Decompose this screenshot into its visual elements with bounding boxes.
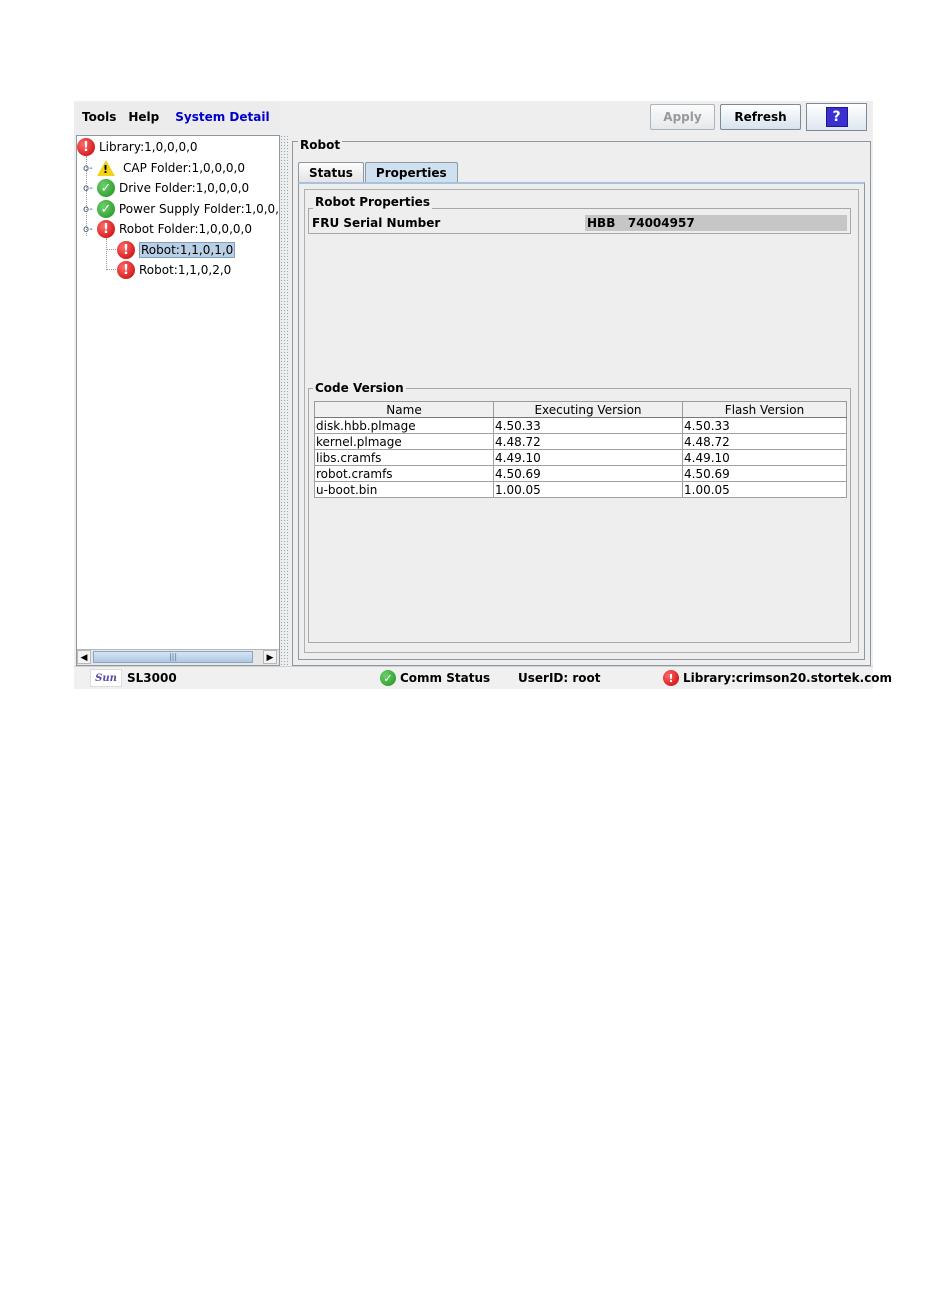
tab-properties[interactable]: Properties [364,162,458,183]
error-icon: ! [97,220,115,238]
column-header-executing-version[interactable]: Executing Version [493,401,683,418]
tab-bar: Status Properties [298,162,459,183]
tree-item-label: Robot:1,1,0,1,0 [139,242,236,258]
tree-item-label: Robot Folder:1,0,0,0,0 [119,222,252,236]
cell-name: kernel.plmage [314,433,494,450]
table-row[interactable]: u-boot.bin 1.00.05 1.00.05 [314,481,847,498]
check-icon: ✓ [380,670,396,686]
error-icon: ! [663,670,679,686]
menu-bar: Tools Help System Detail [76,103,280,131]
product-name: SL3000 [127,671,177,685]
error-icon: ! [77,138,95,156]
help-icon: ? [825,107,848,127]
cell-flash-version: 4.49.10 [682,449,847,466]
cell-executing-version: 4.49.10 [493,449,683,466]
scroll-right-icon[interactable]: ▶ [263,650,277,664]
warning-icon: ! [97,160,115,176]
tree-item-drive-folder[interactable]: o- ✓ Drive Folder:1,0,0,0,0 [83,178,249,198]
refresh-button[interactable]: Refresh [720,104,801,130]
error-icon: ! [117,261,135,279]
cell-flash-version: 4.50.69 [682,465,847,482]
column-header-flash-version[interactable]: Flash Version [682,401,847,418]
column-header-name[interactable]: Name [314,401,494,418]
tree-item-robot-1[interactable]: ! Robot:1,1,0,1,0 [117,240,236,260]
apply-button[interactable]: Apply [650,104,715,130]
split-pane-divider[interactable] [280,135,288,665]
robot-properties-title: Robot Properties [313,195,432,209]
tree-item-label: CAP Folder:1,0,0,0,0 [123,161,245,175]
cell-executing-version: 4.50.69 [493,465,683,482]
cell-name: u-boot.bin [314,481,494,498]
cell-flash-version: 1.00.05 [682,481,847,498]
panel-title: Robot [298,138,343,152]
product-info: Sun SL3000 [90,667,177,689]
tree-horizontal-scrollbar[interactable]: ◀ ||| ▶ [77,649,279,665]
tree-item-label: Drive Folder:1,0,0,0,0 [119,181,250,195]
menu-system-detail[interactable]: System Detail [169,110,279,124]
tree-item-label: Library:1,0,0,0,0 [99,140,198,154]
cell-name: robot.cramfs [314,465,494,482]
cell-flash-version: 4.50.33 [682,417,847,434]
library-name: Library:crimson20.stortek.com [683,671,893,685]
user-id: UserID: root [518,671,601,685]
cell-flash-version: 4.48.72 [682,433,847,450]
check-icon: ✓ [96,200,115,218]
tree-item-label: Robot:1,1,0,2,0 [139,263,232,277]
cell-name: libs.cramfs [314,449,494,466]
toolbar: Tools Help System Detail Apply Refresh ? [74,101,873,133]
table-row[interactable]: disk.hbb.plmage 4.50.33 4.50.33 [314,417,847,434]
scroll-left-icon[interactable]: ◀ [77,650,91,664]
tree-item-library[interactable]: ! Library:1,0,0,0,0 [77,137,198,157]
table-row[interactable]: kernel.plmage 4.48.72 4.48.72 [314,433,847,450]
device-tree: ! Library:1,0,0,0,0 o- ! CAP Folder:1,0,… [76,135,280,666]
cell-executing-version: 1.00.05 [493,481,683,498]
code-version-title: Code Version [313,381,406,395]
cell-executing-version: 4.48.72 [493,433,683,450]
table-row[interactable]: libs.cramfs 4.49.10 4.49.10 [314,449,847,466]
code-version-table: Name Executing Version Flash Version dis… [314,401,847,498]
tree-item-robot-2[interactable]: ! Robot:1,1,0,2,0 [117,260,231,280]
tab-status[interactable]: Status [298,162,364,183]
expand-handle-icon[interactable]: o- [83,204,93,215]
help-button[interactable]: ? [806,103,867,131]
cell-name: disk.hbb.plmage [314,417,494,434]
expand-handle-icon[interactable]: o- [83,163,93,174]
menu-help[interactable]: Help [122,110,165,124]
comm-status: ✓ Comm Status [380,667,490,689]
check-icon: ✓ [97,179,115,197]
fru-serial-label: FRU Serial Number [312,216,441,230]
fru-serial-value: HBB 74004957 [585,215,847,231]
sl-console-window: Tools Help System Detail Apply Refresh ?… [74,101,892,689]
library-status: ! Library:crimson20.stortek.com [663,667,892,689]
tree-item-power-supply-folder[interactable]: o- ✓ Power Supply Folder:1,0,0,0,0 [83,199,279,219]
cell-executing-version: 4.50.33 [493,417,683,434]
comm-status-label: Comm Status [400,671,491,685]
table-row[interactable]: robot.cramfs 4.50.69 4.50.69 [314,465,847,482]
tree-item-robot-folder[interactable]: o- ! Robot Folder:1,0,0,0,0 [83,219,252,239]
menu-tools[interactable]: Tools [76,110,122,124]
scroll-thumb[interactable]: ||| [93,651,253,663]
table-header-row: Name Executing Version Flash Version [314,401,847,418]
tree-item-label: Power Supply Folder:1,0,0,0,0 [118,202,279,216]
expand-handle-icon[interactable]: o- [83,183,93,194]
collapse-handle-icon[interactable]: o- [83,224,93,235]
tree-item-cap-folder[interactable]: o- ! CAP Folder:1,0,0,0,0 [83,158,245,178]
error-icon: ! [117,241,135,259]
status-bar: Sun SL3000 ✓ Comm Status UserID: root ! … [74,666,892,689]
sun-logo-icon: Sun [90,669,122,687]
